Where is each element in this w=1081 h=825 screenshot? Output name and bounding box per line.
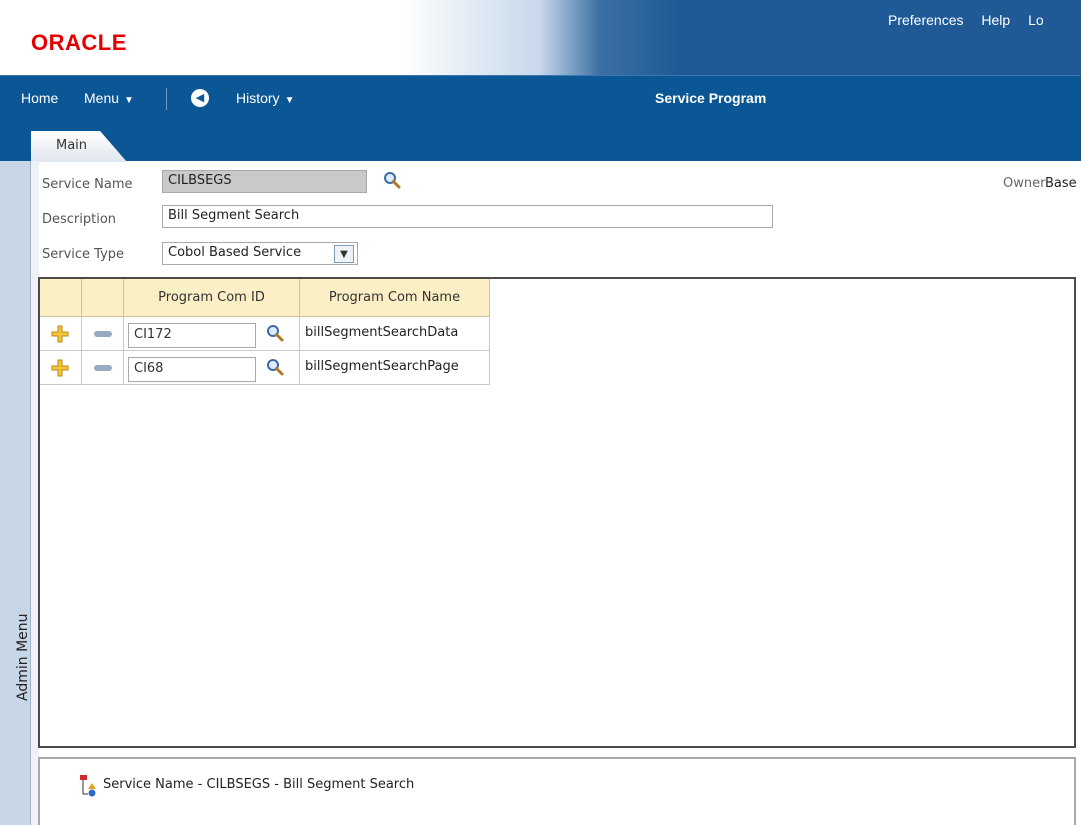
table-cell: billSegmentSearchData [300, 317, 490, 351]
remove-icon[interactable] [94, 331, 112, 337]
chevron-down-icon[interactable]: ▼ [334, 245, 354, 263]
tab-main-label: Main [56, 138, 88, 153]
table-row-add-cell [40, 317, 82, 351]
tree-panel: Service Name - CILBSEGS - Bill Segment S… [38, 757, 1076, 825]
admin-menu-sidebar[interactable]: Admin Menu [0, 161, 31, 825]
top-links: Preferences Help Lo [888, 12, 1058, 28]
tab-main[interactable]: Main [31, 131, 127, 162]
home-label: Home [21, 90, 59, 106]
tree-node-icon[interactable] [79, 775, 98, 797]
table-row-remove-cell [82, 317, 124, 351]
add-icon[interactable] [51, 359, 69, 377]
description-label: Description [42, 212, 117, 227]
navigation-bar: Home Menu ▼ ◀ History ▼ Service Program Ma… [0, 75, 1081, 162]
history-dropdown[interactable]: History ▼ [236, 90, 294, 106]
program-com-id-input[interactable]: CI68 [128, 357, 256, 382]
program-com-name: billSegmentSearchData [305, 325, 459, 340]
service-type-select[interactable]: Cobol Based Service [162, 242, 358, 265]
table-row: CI172 [124, 317, 300, 351]
logout-link[interactable]: Lo [1028, 12, 1044, 28]
service-type-label: Service Type [42, 247, 125, 262]
menu-dropdown[interactable]: Menu ▼ [84, 90, 134, 106]
service-name-field[interactable]: CILBSEGS [162, 170, 367, 193]
service-name-label: Service Name [42, 177, 133, 192]
service-type-value: Cobol Based Service [168, 245, 302, 260]
home-link[interactable]: Home [21, 90, 58, 106]
chevron-down-icon: ▼ [124, 95, 134, 106]
admin-menu-label: Admin Menu [15, 613, 31, 701]
history-label: History [236, 90, 280, 106]
program-components-grid: Program Com ID Program Com Name CI172 bi… [38, 277, 1076, 748]
column-header-program-com-name: Program Com Name [300, 279, 490, 317]
grid-header-remove [82, 279, 124, 317]
search-icon[interactable] [383, 171, 401, 189]
table-row-remove-cell [82, 351, 124, 385]
page-title: Service Program [655, 90, 767, 106]
tree-node-label[interactable]: Service Name - CILBSEGS - Bill Segment S… [103, 777, 414, 792]
oracle-logo: ORACLE [31, 30, 127, 55]
menu-label: Menu [84, 90, 120, 106]
remove-icon[interactable] [94, 365, 112, 371]
description-field[interactable]: Bill Segment Search [162, 205, 773, 228]
owner-value: Base [1045, 176, 1077, 191]
nav-divider [166, 88, 167, 110]
add-icon[interactable] [51, 325, 69, 343]
search-icon[interactable] [266, 324, 284, 342]
table-cell: billSegmentSearchPage [300, 351, 490, 385]
column-header-program-com-id: Program Com ID [124, 279, 300, 317]
table-row: CI68 [124, 351, 300, 385]
back-arrow-icon[interactable]: ◀ [191, 89, 209, 107]
help-link[interactable]: Help [981, 12, 1010, 28]
table-row-add-cell [40, 351, 82, 385]
chevron-down-icon: ▼ [284, 95, 295, 106]
search-icon[interactable] [266, 358, 284, 376]
owner-label: Owner [1003, 176, 1046, 191]
program-com-id-input[interactable]: CI172 [128, 323, 256, 348]
program-com-name: billSegmentSearchPage [305, 359, 459, 374]
preferences-link[interactable]: Preferences [888, 12, 963, 28]
top-banner: ORACLE Preferences Help Lo [0, 0, 1081, 75]
grid-header-add [40, 279, 82, 317]
